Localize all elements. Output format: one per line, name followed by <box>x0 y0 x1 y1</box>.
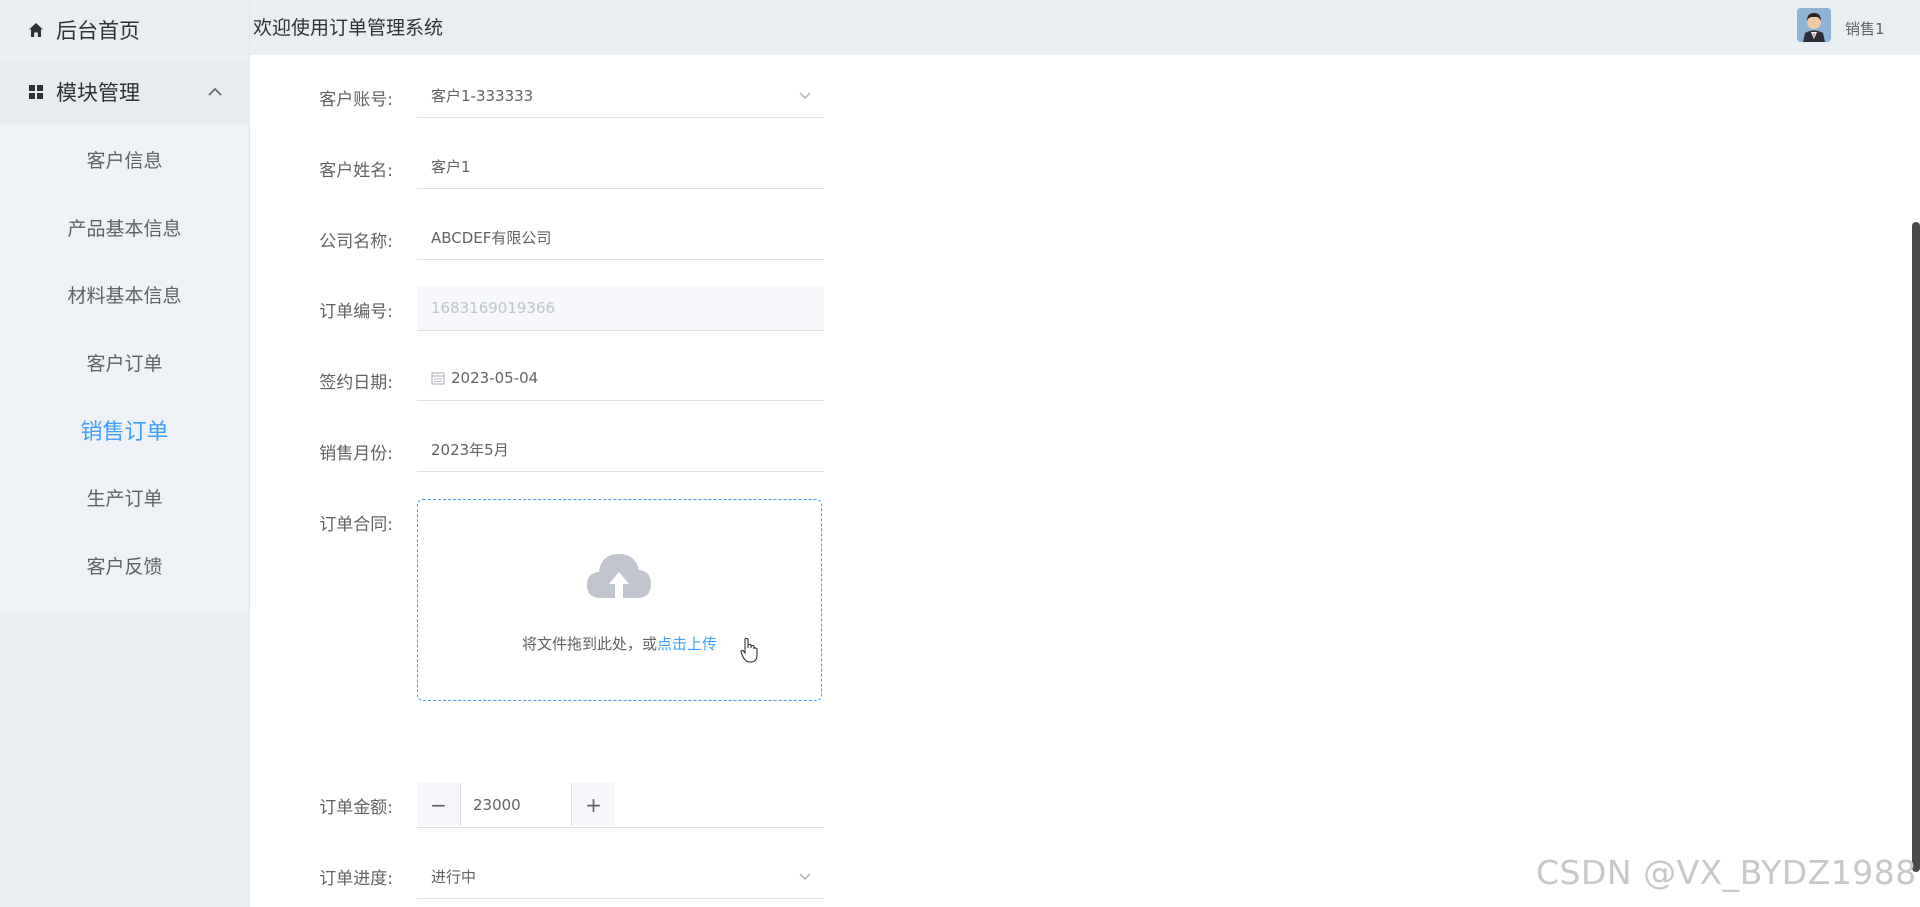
grid-icon <box>26 82 46 102</box>
calendar-icon <box>431 372 445 385</box>
watermark: CSDN @VX_BYDZ1988 <box>1536 853 1917 892</box>
upload-hint-text: 将文件拖到此处，或 <box>521 635 657 653</box>
sidebar-item-customer-orders[interactable]: 客户订单 <box>0 329 249 397</box>
sign-date-label: 签约日期: <box>319 373 393 393</box>
cloud-upload-icon <box>587 554 651 598</box>
sidebar-item-production-orders[interactable]: 生产订单 <box>0 464 249 532</box>
company-name-label: 公司名称: <box>319 232 393 252</box>
customer-account-value: 客户1-333333 <box>431 86 534 105</box>
sidebar-item-material-info[interactable]: 材料基本信息 <box>0 261 249 329</box>
page-title: 欢迎使用订单管理系统 <box>253 17 444 39</box>
avatar[interactable] <box>1797 8 1831 42</box>
sales-month-picker[interactable]: 2023年5月 <box>417 427 824 472</box>
main-content: 客户账号: 客户1-333333 客户姓名: 客户1 公司名称: ABCDEF有… <box>258 55 1908 907</box>
contract-upload-dropzone[interactable]: 将文件拖到此处，或点击上传 <box>417 499 822 701</box>
order-number-label: 订单编号: <box>319 302 393 322</box>
decrement-button[interactable]: − <box>417 783 461 826</box>
sidebar-item-home[interactable]: 后台首页 <box>0 0 249 60</box>
customer-name-value: 客户1 <box>431 157 471 176</box>
sidebar-submenu: 客户信息 产品基本信息 材料基本信息 客户订单 销售订单 生产订单 客户反馈 <box>0 124 249 614</box>
chevron-down-icon <box>799 873 811 880</box>
sidebar-item-product-info[interactable]: 产品基本信息 <box>0 194 249 262</box>
chevron-down-icon <box>799 92 811 99</box>
order-number-field: 1683169019366 <box>417 286 824 331</box>
sidebar-group-label: 模块管理 <box>56 81 140 105</box>
order-number-value: 1683169019366 <box>431 299 556 317</box>
order-amount-label: 订单金额: <box>319 798 393 818</box>
sidebar-item-customer-info[interactable]: 客户信息 <box>0 126 249 194</box>
order-progress-select[interactable]: 进行中 <box>417 854 824 899</box>
upload-link[interactable]: 点击上传 <box>657 635 717 653</box>
sidebar: 后台首页 模块管理 客户信息 产品基本信息 材料基本信息 客户订单 销售订单 生… <box>0 0 250 907</box>
sidebar-item-sales-orders[interactable]: 销售订单 <box>0 396 249 464</box>
header: 欢迎使用订单管理系统 销售1 <box>250 0 1920 55</box>
customer-account-label: 客户账号: <box>319 90 393 110</box>
order-progress-value: 进行中 <box>431 867 477 886</box>
sidebar-item-label: 后台首页 <box>56 19 140 43</box>
company-name-field[interactable]: ABCDEF有限公司 <box>417 215 824 260</box>
username[interactable]: 销售1 <box>1845 18 1885 39</box>
order-amount-value[interactable]: 23000 <box>473 796 521 814</box>
chevron-up-icon <box>208 87 222 96</box>
sidebar-item-customer-feedback[interactable]: 客户反馈 <box>0 532 249 600</box>
contract-label: 订单合同: <box>319 515 393 535</box>
home-icon <box>26 20 46 40</box>
sales-month-label: 销售月份: <box>319 444 393 464</box>
increment-button[interactable]: + <box>571 783 615 826</box>
sign-date-picker[interactable]: 2023-05-04 <box>417 356 824 401</box>
hand-cursor-icon <box>740 638 758 663</box>
upload-hint: 将文件拖到此处，或点击上传 <box>418 633 821 654</box>
customer-name-label: 客户姓名: <box>319 161 393 181</box>
customer-name-field[interactable]: 客户1 <box>417 144 824 189</box>
order-amount-stepper[interactable]: − 23000 + <box>417 783 824 828</box>
order-progress-label: 订单进度: <box>319 869 393 889</box>
sidebar-group-modules[interactable]: 模块管理 <box>0 60 249 124</box>
sign-date-value: 2023-05-04 <box>451 369 539 387</box>
sales-month-value: 2023年5月 <box>431 440 509 459</box>
company-name-value: ABCDEF有限公司 <box>431 228 552 247</box>
scrollbar-thumb[interactable] <box>1912 222 1920 872</box>
customer-account-select[interactable]: 客户1-333333 <box>417 73 824 118</box>
